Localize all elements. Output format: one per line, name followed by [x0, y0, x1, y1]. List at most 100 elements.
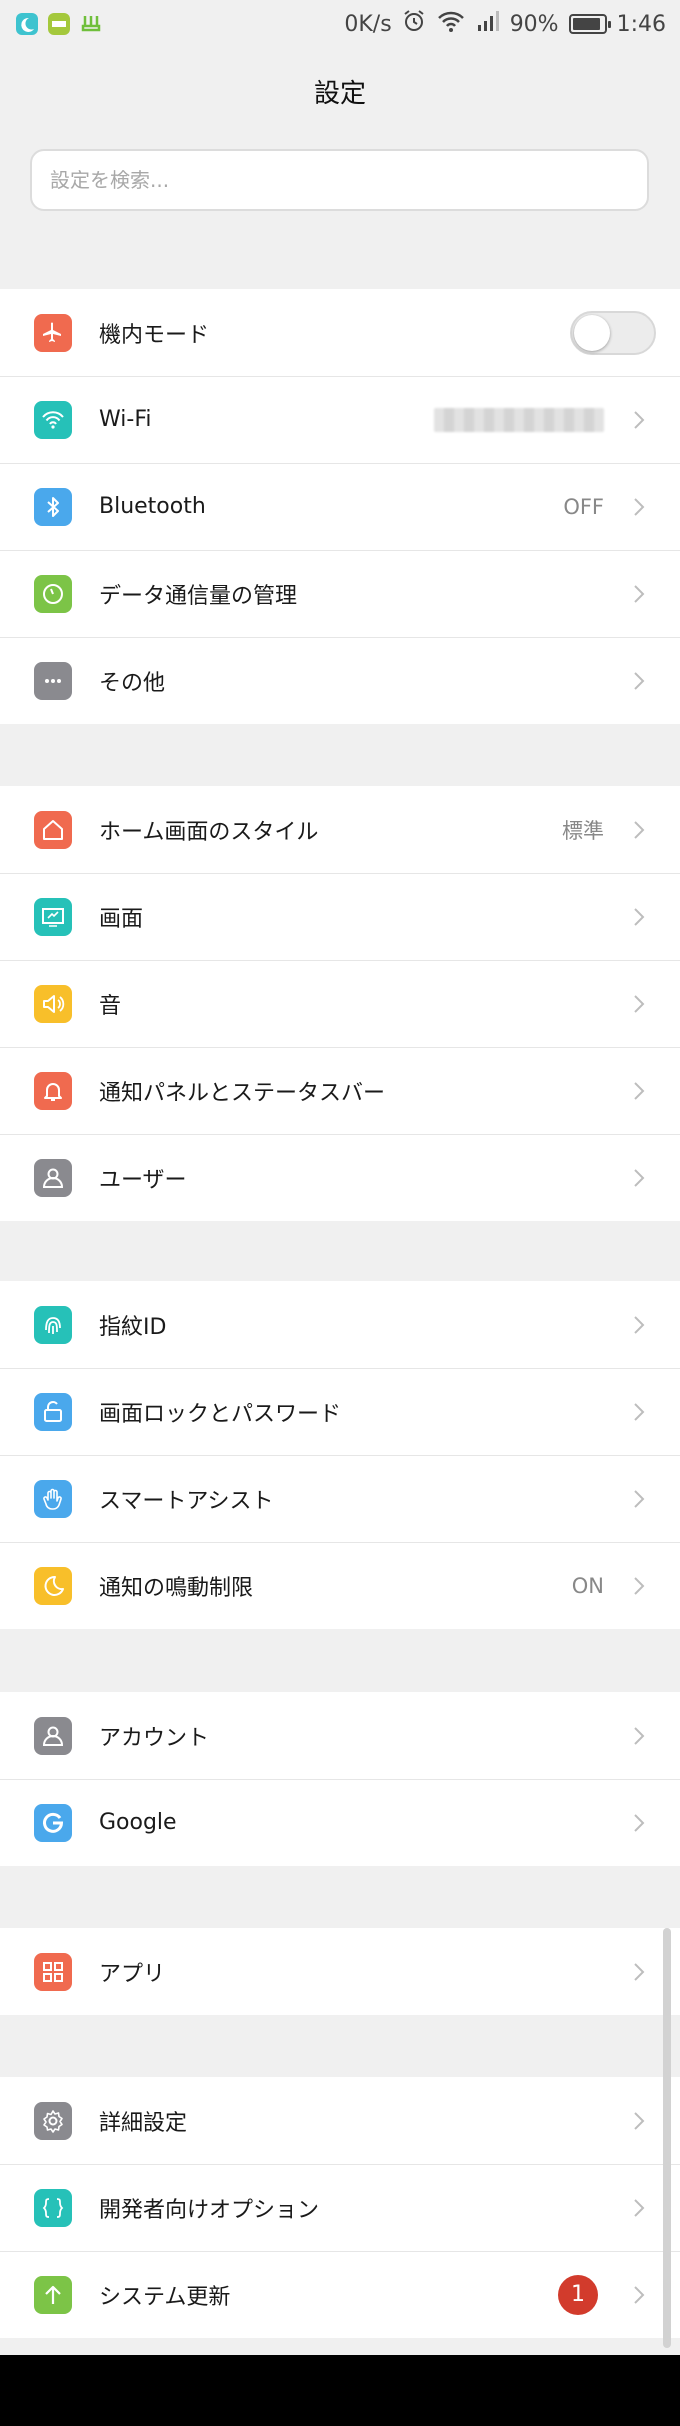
settings-item-label: 画面: [99, 906, 144, 932]
gear-icon: [34, 2101, 72, 2140]
lock-icon: [34, 1392, 72, 1431]
settings-item-bluetooth[interactable]: Bluetooth OFF: [0, 463, 680, 550]
settings-section-4: アカウント Google: [0, 1692, 680, 1866]
chevron-right-icon: [628, 2284, 650, 2306]
settings-item-bell[interactable]: 通知パネルとステータスバー: [0, 1047, 680, 1134]
settings-item-google[interactable]: Google: [0, 1779, 680, 1866]
apps-icon: [34, 1952, 72, 1991]
chevron-right-icon: [628, 1167, 650, 1189]
new-app-icon: [48, 13, 70, 35]
settings-item-value: 標準: [562, 818, 604, 843]
settings-section-5: アプリ: [0, 1928, 680, 2015]
speaker-icon: [34, 984, 72, 1023]
settings-section-3: 指紋ID 画面ロックとパスワード スマートアシスト 通知の鳴動制限 ON: [0, 1281, 680, 1629]
settings-item-airplane[interactable]: 機内モード: [0, 289, 680, 376]
chevron-right-icon: [628, 2197, 650, 2219]
chevron-right-icon: [628, 670, 650, 692]
google-icon: [34, 1803, 72, 1842]
chevron-right-icon: [628, 409, 650, 431]
settings-item-fingerprint[interactable]: 指紋ID: [0, 1281, 680, 1368]
settings-section-2: ホーム画面のスタイル 標準画面音通知パネルとステータスバーユーザー: [0, 786, 680, 1221]
wifi-icon: [34, 400, 72, 439]
settings-item-moon[interactable]: 通知の鳴動制限 ON: [0, 1542, 680, 1629]
arrow-up-icon: [34, 2275, 72, 2314]
settings-item-speaker[interactable]: 音: [0, 960, 680, 1047]
settings-item-wifi[interactable]: Wi-Fi: [0, 376, 680, 463]
settings-item-label: システム更新: [99, 2284, 231, 2310]
chevron-right-icon: [628, 496, 650, 518]
chevron-right-icon: [628, 1080, 650, 1102]
settings-item-label: 詳細設定: [99, 2110, 188, 2136]
data-usage-icon: [34, 574, 72, 613]
settings-item-label: 通知の鳴動制限: [99, 1575, 254, 1601]
settings-item-label: その他: [99, 670, 166, 696]
notification-icons: [16, 13, 102, 35]
settings-item-value: ON: [571, 1573, 604, 1598]
settings-item-data-usage[interactable]: データ通信量の管理: [0, 550, 680, 637]
scrollbar[interactable]: [663, 1928, 671, 2348]
settings-item-gear[interactable]: 詳細設定: [0, 2077, 680, 2164]
home-icon: [34, 810, 72, 849]
settings-item-braces[interactable]: 開発者向けオプション: [0, 2164, 680, 2251]
page-title: 設定: [313, 78, 366, 109]
search-box[interactable]: [30, 149, 649, 211]
settings-item-label: ホーム画面のスタイル: [99, 819, 319, 845]
settings-item-more[interactable]: その他: [0, 637, 680, 724]
settings-item-label: スマートアシスト: [99, 1488, 274, 1514]
settings-item-user[interactable]: ユーザー: [0, 1134, 680, 1221]
braces-icon: [34, 2188, 72, 2227]
more-icon: [34, 661, 72, 700]
settings-item-display[interactable]: 画面: [0, 873, 680, 960]
chevron-right-icon: [628, 1314, 650, 1336]
search-input[interactable]: [30, 149, 649, 211]
system-status: 0K/s 90% 1:46: [344, 9, 666, 39]
hand-icon: [34, 1479, 72, 1518]
settings-item-label: 開発者向けオプション: [99, 2197, 320, 2223]
airplane-mode-toggle[interactable]: [570, 310, 656, 355]
wifi-icon: [436, 9, 466, 39]
account-icon: [34, 1716, 72, 1755]
settings-item-lock[interactable]: 画面ロックとパスワード: [0, 1368, 680, 1455]
settings-item-label: 通知パネルとステータスバー: [99, 1080, 386, 1106]
toggle-knob: [574, 314, 610, 351]
settings-section-1: 機内モード Wi-Fi Bluetooth OFF データ通信量の管理 その他: [0, 289, 680, 724]
update-count-badge: 1: [558, 2274, 598, 2315]
chevron-right-icon: [628, 2110, 650, 2132]
settings-section-6: 詳細設定開発者向けオプション システム更新 1: [0, 2077, 680, 2338]
settings-item-label: データ通信量の管理: [99, 583, 298, 609]
display-icon: [34, 897, 72, 936]
chevron-right-icon: [628, 819, 650, 841]
settings-item-label: Wi-Fi: [99, 407, 152, 432]
chevron-right-icon: [628, 583, 650, 605]
status-bar: 0K/s 90% 1:46: [0, 0, 680, 48]
settings-item-label: アカウント: [99, 1725, 210, 1751]
settings-item-account[interactable]: アカウント: [0, 1692, 680, 1779]
settings-item-hand[interactable]: スマートアシスト: [0, 1455, 680, 1542]
settings-item-label: 画面ロックとパスワード: [99, 1401, 342, 1427]
settings-item-value: OFF: [563, 494, 604, 519]
chevron-right-icon: [628, 1812, 650, 1834]
chevron-right-icon: [628, 1401, 650, 1423]
bluetooth-icon: [34, 487, 72, 526]
clock: 1:46: [616, 11, 666, 37]
settings-item-label: 機内モード: [99, 322, 210, 348]
settings-item-label: Bluetooth: [99, 494, 206, 519]
airplane-icon: [34, 313, 72, 352]
signal-icon: [476, 9, 500, 39]
bell-icon: [34, 1071, 72, 1110]
battery-icon: [568, 14, 611, 34]
alarm-icon: [402, 9, 426, 39]
chevron-right-icon: [628, 906, 650, 928]
moon-icon: [34, 1566, 72, 1605]
chevron-right-icon: [628, 1961, 650, 1983]
battery-percent: 90%: [509, 11, 559, 37]
navigation-bar: [0, 2355, 680, 2426]
settings-item-home[interactable]: ホーム画面のスタイル 標準: [0, 786, 680, 873]
chevron-right-icon: [628, 1575, 650, 1597]
network-speed: 0K/s: [344, 11, 392, 37]
usb-debug-icon: [80, 13, 102, 35]
settings-item-arrow-up[interactable]: システム更新 1: [0, 2251, 680, 2338]
settings-item-apps[interactable]: アプリ: [0, 1928, 680, 2015]
moon-app-icon: [16, 13, 38, 35]
chevron-right-icon: [628, 1725, 650, 1747]
